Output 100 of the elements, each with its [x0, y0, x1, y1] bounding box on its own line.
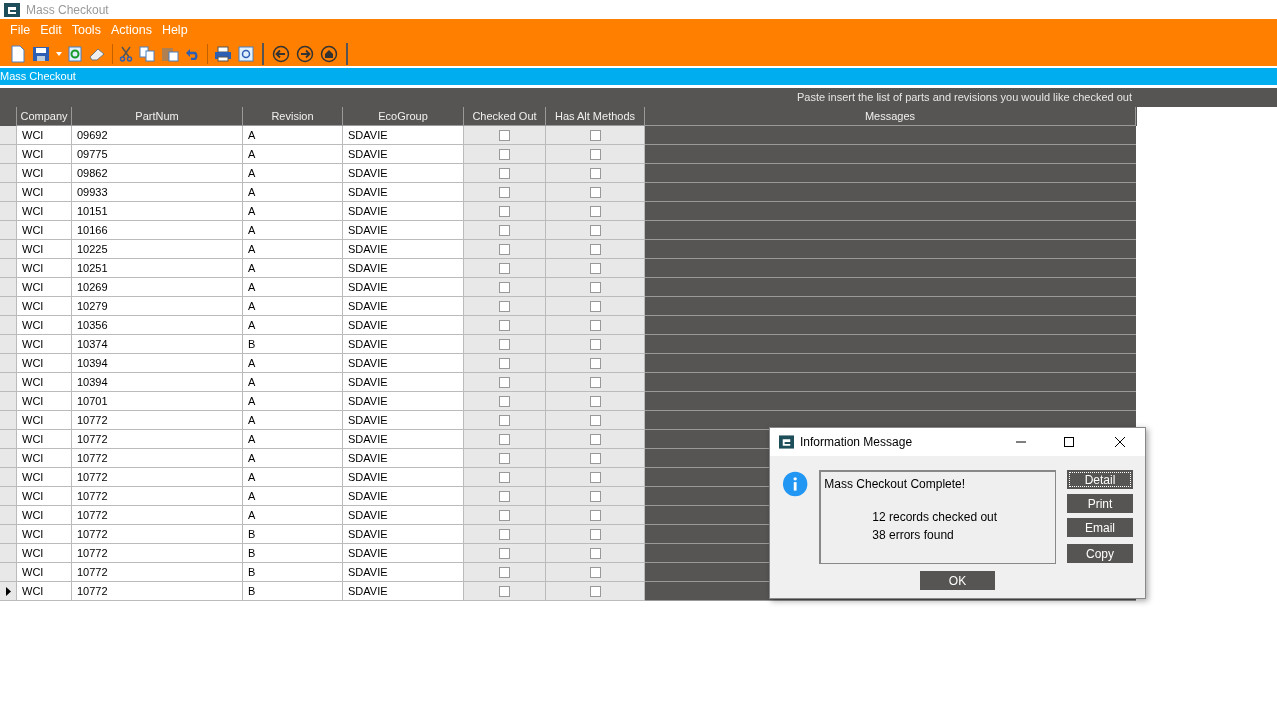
checkbox[interactable] [499, 224, 510, 236]
checkbox[interactable] [589, 528, 601, 540]
table-cell: WCI [17, 392, 72, 411]
checkbox[interactable] [499, 585, 510, 597]
checkbox[interactable] [499, 376, 510, 388]
checkbox[interactable] [499, 509, 510, 521]
copy-icon[interactable] [139, 45, 155, 62]
table-cell: WCI [17, 525, 72, 544]
table-cell: SDAVIE [343, 164, 464, 183]
checkbox[interactable] [589, 433, 601, 445]
table-cell: 10151 [72, 202, 243, 221]
checkbox[interactable] [589, 509, 601, 521]
checkbox[interactable] [499, 319, 510, 331]
paste-icon[interactable] [161, 45, 179, 62]
checkbox[interactable] [499, 395, 510, 407]
eraser-icon[interactable] [88, 46, 106, 61]
table-cell: SDAVIE [343, 126, 464, 145]
table-cell: A [243, 430, 343, 449]
checkbox[interactable] [589, 129, 601, 141]
table-cell: 09933 [72, 183, 243, 202]
panel-title: Mass Checkout [0, 68, 1277, 85]
close-icon[interactable] [1114, 436, 1126, 448]
printer-icon[interactable] [214, 45, 232, 62]
table-cell: WCI [17, 126, 72, 145]
checkbox[interactable] [589, 319, 601, 331]
table-cell: SDAVIE [343, 392, 464, 411]
checkbox[interactable] [589, 300, 601, 312]
dialog-button[interactable]: Print [1067, 494, 1133, 513]
checkbox[interactable] [499, 452, 510, 464]
dropdown-caret-icon[interactable] [56, 51, 62, 56]
table-cell: A [243, 145, 343, 164]
checkbox[interactable] [589, 243, 601, 255]
table-cell: WCI [17, 297, 72, 316]
info-icon [782, 470, 809, 498]
checkbox[interactable] [589, 414, 601, 426]
message-heading: Mass Checkout Complete! [824, 476, 967, 493]
checkbox[interactable] [589, 205, 601, 217]
checkbox[interactable] [499, 129, 510, 141]
checkbox[interactable] [499, 414, 510, 426]
save-icon[interactable] [32, 45, 50, 62]
checkbox[interactable] [499, 357, 510, 369]
checkbox[interactable] [589, 186, 601, 198]
checkbox[interactable] [589, 357, 601, 369]
checkbox[interactable] [499, 148, 510, 160]
checkbox[interactable] [499, 338, 510, 350]
table-cell: WCI [17, 506, 72, 525]
checkbox[interactable] [589, 471, 601, 483]
ok-button[interactable]: OK [920, 571, 995, 590]
table-cell: 10772 [72, 506, 243, 525]
checkbox[interactable] [589, 395, 601, 407]
table-cell: 09775 [72, 145, 243, 164]
home-icon[interactable] [320, 44, 338, 63]
checkbox[interactable] [499, 433, 510, 445]
table-cell: SDAVIE [343, 297, 464, 316]
dialog-button[interactable]: Detail [1067, 470, 1133, 489]
checkbox[interactable] [499, 167, 510, 179]
table-cell: A [243, 354, 343, 373]
table-cell: WCI [17, 316, 72, 335]
checkbox[interactable] [589, 376, 601, 388]
checkbox[interactable] [499, 186, 510, 198]
checkbox[interactable] [499, 281, 510, 293]
table-cell: WCI [17, 544, 72, 563]
checkbox[interactable] [499, 205, 510, 217]
table-cell: WCI [17, 354, 72, 373]
table-cell: 10394 [72, 354, 243, 373]
checkbox[interactable] [589, 585, 601, 597]
new-document-icon[interactable] [10, 44, 26, 63]
checkbox[interactable] [499, 528, 510, 540]
print-preview-icon[interactable] [238, 45, 254, 62]
checkbox[interactable] [589, 167, 601, 179]
dialog-button[interactable]: Copy [1067, 544, 1133, 563]
table-cell: A [243, 126, 343, 145]
checkbox[interactable] [499, 262, 510, 274]
maximize-icon[interactable] [1063, 436, 1075, 448]
table-cell: A [243, 487, 343, 506]
checkbox[interactable] [499, 300, 510, 312]
checkbox[interactable] [499, 243, 510, 255]
checkbox[interactable] [499, 490, 510, 502]
table-cell: A [243, 506, 343, 525]
checkbox[interactable] [499, 471, 510, 483]
checkbox[interactable] [499, 547, 510, 559]
checkbox[interactable] [589, 566, 601, 578]
table-cell: WCI [17, 183, 72, 202]
row-selector[interactable] [0, 582, 17, 601]
table-cell: 10701 [72, 392, 243, 411]
checkbox[interactable] [499, 566, 510, 578]
table-cell: A [243, 164, 343, 183]
refresh-icon[interactable] [68, 45, 82, 62]
checkbox[interactable] [589, 148, 601, 160]
scissors-icon[interactable] [119, 45, 133, 62]
table-cell: 10166 [72, 221, 243, 240]
checkbox[interactable] [589, 338, 601, 350]
checkbox[interactable] [589, 490, 601, 502]
checkbox[interactable] [589, 547, 601, 559]
checkbox[interactable] [589, 224, 601, 236]
checkbox[interactable] [589, 452, 601, 464]
checkbox[interactable] [589, 262, 601, 274]
table-cell: 10772 [72, 563, 243, 582]
dialog-button[interactable]: Email [1067, 518, 1133, 537]
checkbox[interactable] [589, 281, 601, 293]
